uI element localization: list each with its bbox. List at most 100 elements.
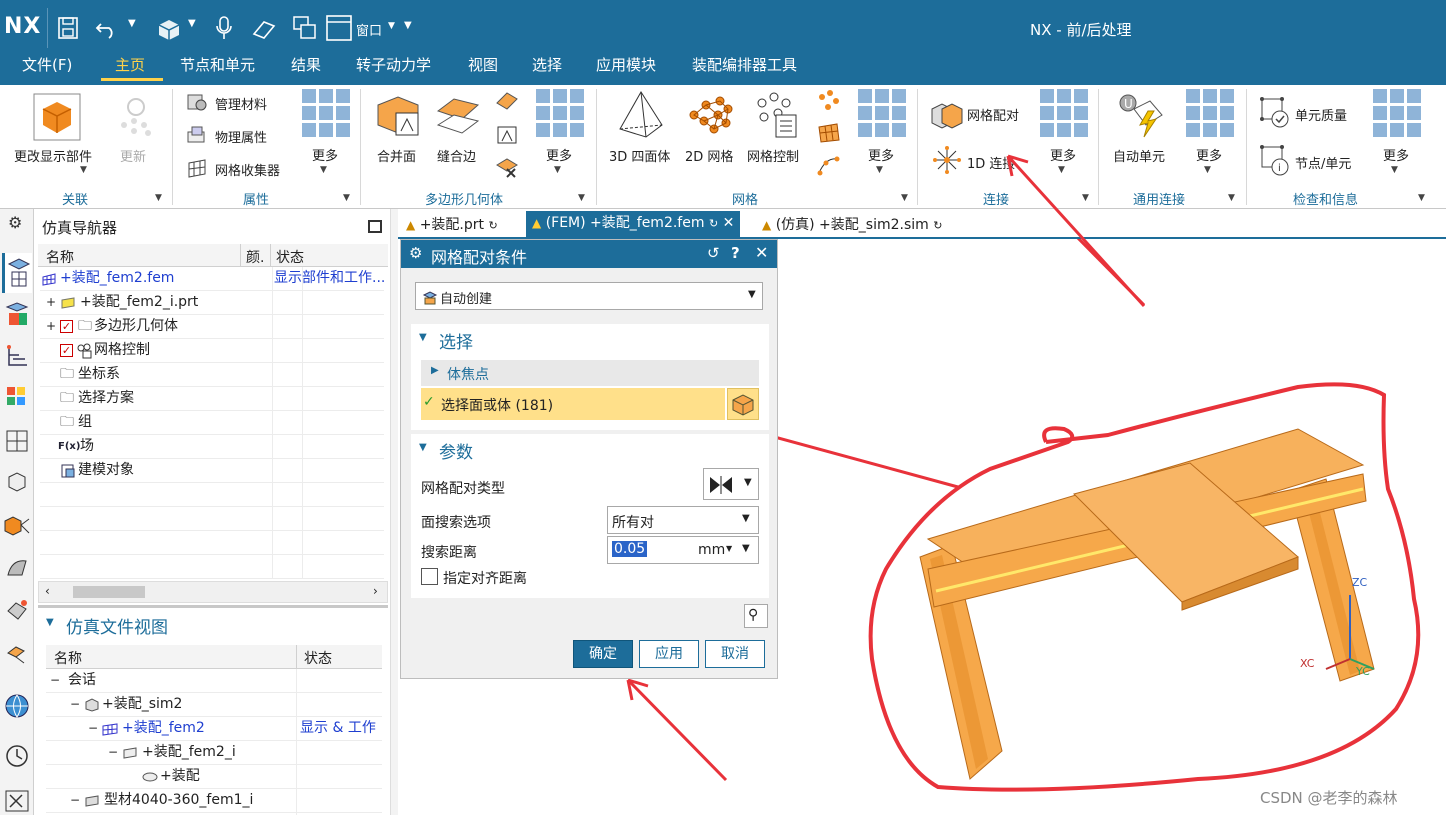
ok-button[interactable]: 确定 <box>573 640 633 668</box>
window-menu[interactable]: 窗口 <box>356 20 382 39</box>
select-face-body-row[interactable]: ✓ 选择面或体 (181) <box>421 388 725 420</box>
expand-icon[interactable]: ▶ <box>431 365 439 376</box>
face-search-select[interactable]: 所有对 ▼ <box>607 506 759 534</box>
mesh-2d-button[interactable]: 2D 网格 <box>685 146 733 165</box>
collapse-icon[interactable]: ▼ <box>419 442 427 453</box>
tree-row[interactable]: − +装配_fem2 显示 & 工作 <box>46 717 382 741</box>
chevron-down-icon[interactable]: ▼ <box>742 513 750 524</box>
menu-view[interactable]: 视图 <box>468 56 498 85</box>
unit-select[interactable]: mm <box>698 542 725 558</box>
more-grid-icon[interactable] <box>1186 89 1234 137</box>
menu-select[interactable]: 选择 <box>532 56 562 85</box>
hd3d-tools-icon[interactable] <box>4 597 30 623</box>
window-icon[interactable] <box>325 14 353 42</box>
mesh-collector-button[interactable]: 网格收集器 <box>215 160 280 179</box>
collapse-icon[interactable]: − <box>88 717 98 740</box>
search-distance-field[interactable]: 0.05 mm ▼ ▼ <box>607 536 759 564</box>
sim-navigator-tab[interactable] <box>2 253 32 293</box>
globe-icon[interactable] <box>4 693 30 719</box>
search-distance-input[interactable]: 0.05 <box>612 541 648 557</box>
mesh-more-button[interactable]: 更多 <box>868 145 894 164</box>
gear-icon[interactable]: ⚙ <box>8 213 22 232</box>
tree-row[interactable]: − 会话 <box>46 669 382 693</box>
scrollbar-thumb[interactable] <box>73 586 145 598</box>
props-more-button[interactable]: 更多 <box>312 145 338 164</box>
chevron-down-icon[interactable]: ▼ <box>742 543 750 554</box>
col-color[interactable]: 颜. <box>246 247 264 267</box>
splitter[interactable] <box>38 605 388 608</box>
chevron-down-icon[interactable]: ▼ <box>578 193 585 203</box>
split-edge-icon[interactable] <box>494 89 520 113</box>
section-title-params[interactable]: 参数 <box>439 438 473 463</box>
menu-results[interactable]: 结果 <box>291 56 321 85</box>
collapse-icon[interactable]: − <box>70 789 80 812</box>
mesh-1d-icon[interactable] <box>816 89 842 113</box>
tree-row[interactable]: + ✓ 🗀 多边形几何体 <box>40 315 384 339</box>
post-processing-navigator-icon[interactable] <box>5 301 29 329</box>
change-display-part-button[interactable]: 更改显示部件 <box>14 146 92 165</box>
mesh-mating-button[interactable]: 网格配对 <box>967 105 1019 124</box>
col-name[interactable]: 名称 <box>54 648 82 668</box>
chevron-down-icon[interactable]: ▼ <box>876 165 883 175</box>
reuse-library-icon[interactable] <box>4 555 30 581</box>
physical-property-button[interactable]: 物理属性 <box>215 127 267 146</box>
col-status[interactable]: 状态 <box>304 648 332 668</box>
tree-row[interactable]: − +装配_sim2 <box>46 693 382 717</box>
tree-row[interactable]: +装配 <box>46 765 382 789</box>
undo-icon[interactable] <box>95 16 119 40</box>
checkbox-checked[interactable]: ✓ <box>60 344 73 357</box>
chevron-down-icon[interactable]: ▼ <box>744 477 752 488</box>
microphone-icon[interactable] <box>214 14 234 42</box>
color-palette-icon[interactable] <box>5 385 29 413</box>
preview-button[interactable]: ⚲ <box>744 604 768 628</box>
collapse-icon[interactable]: − <box>50 669 60 692</box>
pair-type-select[interactable]: ▼ <box>703 468 759 500</box>
more-grid-icon[interactable] <box>1040 89 1088 137</box>
collapse-icon[interactable]: ▼ <box>419 332 427 343</box>
tree-row[interactable]: F(x) 场 <box>40 435 384 459</box>
chevron-down-icon[interactable]: ▼ <box>128 18 136 29</box>
tree-row[interactable]: 🗀 选择方案 <box>40 387 384 411</box>
expand-icon[interactable]: + <box>46 291 56 314</box>
check-more-button[interactable]: 更多 <box>1383 145 1409 164</box>
close-icon[interactable]: ✕ <box>755 243 768 262</box>
history-clock-icon[interactable] <box>4 743 30 769</box>
delete-geometry-icon[interactable] <box>494 155 520 179</box>
more-grid-icon[interactable] <box>536 89 584 137</box>
more-grid-icon[interactable] <box>858 89 906 137</box>
layout-grid-icon[interactable] <box>5 429 29 453</box>
mesh-sweep-icon[interactable] <box>816 121 842 145</box>
panel-splitter[interactable] <box>390 209 398 815</box>
col-status[interactable]: 状态 <box>276 247 304 267</box>
menu-application[interactable]: 应用模块 <box>596 56 656 85</box>
menu-assembly-sequencer[interactable]: 装配编排器工具 <box>692 56 797 85</box>
tools-icon[interactable] <box>4 789 30 813</box>
mesh-control-button[interactable]: 网格控制 <box>747 146 799 165</box>
merge-face-button[interactable]: 合并面 <box>377 146 416 165</box>
web-browser-icon[interactable] <box>4 639 30 665</box>
tab-fem[interactable]: ▲ (FEM) +装配_fem2.fem ↻ ✕ <box>526 211 741 239</box>
tree-row[interactable]: ✓ 网格控制 <box>40 339 384 363</box>
touch-mode-icon[interactable] <box>250 16 278 40</box>
element-quality-button[interactable]: 单元质量 <box>1295 105 1347 124</box>
mesh-1d-curve-icon[interactable] <box>816 153 842 177</box>
tree-row[interactable]: 建模对象 <box>40 459 384 483</box>
poly-more-button[interactable]: 更多 <box>546 145 572 164</box>
tab-sim[interactable]: ▲ (仿真) +装配_sim2.sim ↻ <box>756 213 948 239</box>
tree-row[interactable]: 🗀 组 <box>40 411 384 435</box>
select-body-button[interactable] <box>727 388 759 420</box>
chevron-down-icon[interactable]: ▼ <box>320 165 327 175</box>
customize-quick-access-icon[interactable]: ▼ <box>404 20 412 31</box>
close-tab-icon[interactable]: ✕ <box>723 215 735 231</box>
chevron-down-icon[interactable]: ▼ <box>901 193 908 203</box>
stitch-edge-button[interactable]: 缝合边 <box>437 146 476 165</box>
tree-row[interactable]: − 型材4040-360_fem1_i <box>46 789 382 813</box>
collapse-icon[interactable]: − <box>70 693 80 716</box>
assembly-navigator-icon[interactable] <box>5 469 29 495</box>
window-cascade-icon[interactable] <box>292 15 318 41</box>
help-icon[interactable]: ? <box>731 244 740 262</box>
chevron-down-icon[interactable]: ▼ <box>1204 165 1211 175</box>
chevron-down-icon[interactable]: ▼ <box>343 193 350 203</box>
checkbox-checked[interactable]: ✓ <box>60 320 73 333</box>
chevron-down-icon[interactable]: ▼ <box>188 18 196 29</box>
